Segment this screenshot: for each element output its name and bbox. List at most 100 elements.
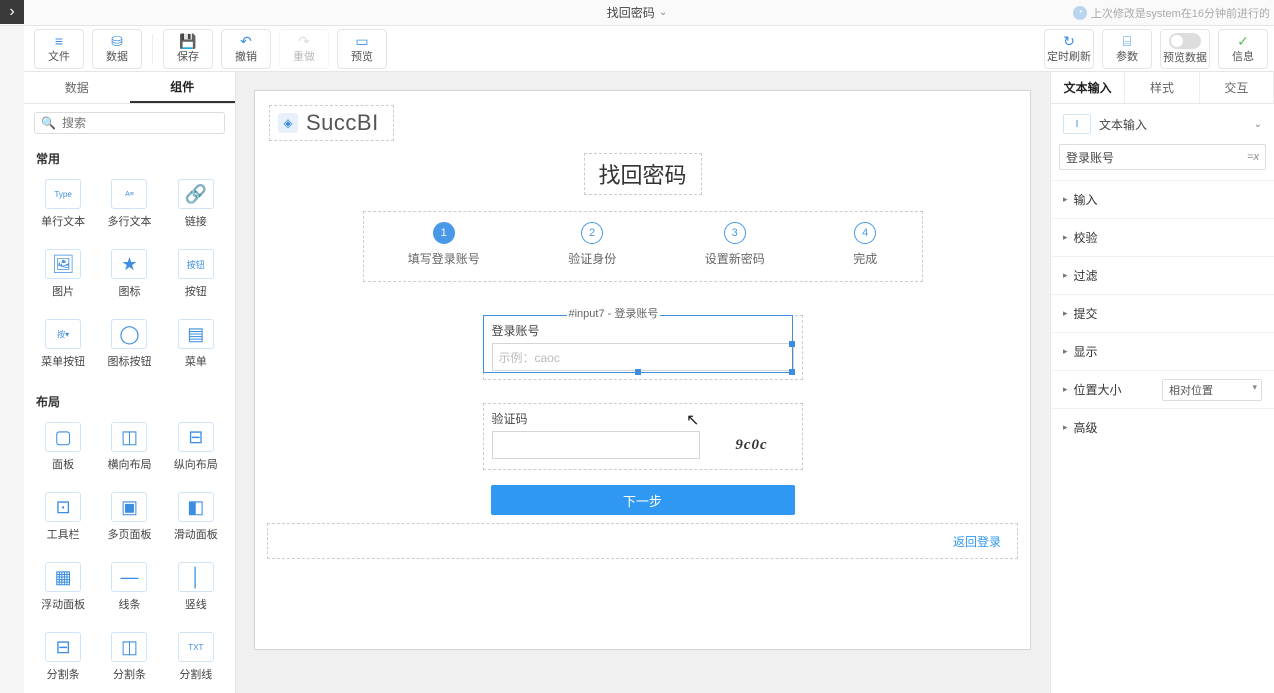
comp-iconbutton[interactable]: ◯图标按钮 (98, 311, 160, 377)
arrow-right-icon: ▸ (1063, 194, 1068, 205)
undo-icon: ↶ (240, 34, 252, 48)
chevron-down-icon[interactable]: ⌄ (659, 7, 667, 18)
preview-data-button[interactable]: 预览数据 (1160, 29, 1210, 69)
collapse-possize[interactable]: ▸ 位置大小 相对位置 (1051, 370, 1274, 408)
arrow-right-icon: ▸ (1063, 346, 1068, 357)
db-icon: ⛁ (111, 34, 123, 48)
comp-vline[interactable]: │竖线 (165, 554, 227, 620)
redo-icon: ↷ (298, 34, 310, 48)
tab-components[interactable]: 组件 (130, 72, 236, 103)
comp-single-text[interactable]: Type单行文本 (32, 171, 94, 237)
comp-multi-text[interactable]: A≡多行文本 (98, 171, 160, 237)
captcha-field-group[interactable]: 验证码 9c0c (483, 403, 803, 470)
fx-icon[interactable]: =x (1247, 151, 1259, 163)
preview-button[interactable]: ▭预览 (337, 29, 387, 69)
input-type-icon: I (1063, 114, 1091, 134)
collapse-advanced[interactable]: ▸高级 (1051, 408, 1274, 446)
comp-divider1[interactable]: ⊟分割条 (32, 624, 94, 690)
comp-menu[interactable]: ▤菜单 (165, 311, 227, 377)
comp-icon[interactable]: ★图标 (98, 241, 160, 307)
section-layout: 布局 (24, 385, 235, 414)
text-icon: Type (45, 179, 81, 209)
sidebar-toggle[interactable]: › (0, 0, 24, 24)
arrow-right-icon: ▸ (1063, 232, 1068, 243)
resize-handle-right[interactable] (789, 341, 795, 347)
brand-bar[interactable]: ◈ SuccBI (269, 105, 394, 141)
undo-button[interactable]: ↶撤销 (221, 29, 271, 69)
divider3-icon: TXT (178, 632, 214, 662)
comp-hlayout[interactable]: ◫横向布局 (98, 414, 160, 480)
file-button[interactable]: ≡文件 (34, 29, 84, 69)
comp-menubutton[interactable]: 按▾菜单按钮 (32, 311, 94, 377)
comp-multipage[interactable]: ▣多页面板 (98, 484, 160, 550)
collapse-input[interactable]: ▸输入 (1051, 180, 1274, 218)
data-button[interactable]: ⛁数据 (92, 29, 142, 69)
prop-type-label: 文本输入 (1099, 116, 1147, 133)
resize-handle-bottom[interactable] (635, 369, 641, 375)
main-title[interactable]: 找回密码 (583, 153, 701, 195)
collapse-display[interactable]: ▸显示 (1051, 332, 1274, 370)
save-button[interactable]: 💾保存 (163, 29, 213, 69)
back-link[interactable]: 返回登录 (953, 533, 1001, 550)
collapse-filter[interactable]: ▸过滤 (1051, 256, 1274, 294)
comp-vlayout[interactable]: ⊟纵向布局 (165, 414, 227, 480)
button-icon: 按钮 (178, 249, 214, 279)
vlayout-icon: ⊟ (178, 422, 214, 452)
rtab-style[interactable]: 样式 (1125, 72, 1199, 103)
collapse-validate[interactable]: ▸校验 (1051, 218, 1274, 256)
steps-bar[interactable]: 1填写登录账号 2验证身份 3设置新密码 4完成 (363, 211, 923, 282)
float-icon: ▦ (45, 562, 81, 592)
rtab-textinput[interactable]: 文本输入 (1051, 72, 1125, 103)
rtab-interact[interactable]: 交互 (1200, 72, 1274, 103)
comp-toolbar[interactable]: ⊡工具栏 (32, 484, 94, 550)
params-button[interactable]: ⌸参数 (1102, 29, 1152, 69)
step-4: 4完成 (853, 222, 877, 267)
step-3: 3设置新密码 (705, 222, 765, 267)
menu-icon: ≡ (55, 34, 63, 48)
refresh-button[interactable]: ↻定时刷新 (1044, 29, 1094, 69)
line-icon: — (111, 562, 147, 592)
comp-button[interactable]: 按钮按钮 (165, 241, 227, 307)
position-select[interactable]: 相对位置 (1162, 379, 1262, 401)
back-bar[interactable]: 返回登录 (267, 523, 1018, 559)
next-button[interactable]: 下一步 (491, 485, 795, 515)
comp-link[interactable]: 🔗链接 (165, 171, 227, 237)
comp-scroll[interactable]: ◧滑动面板 (165, 484, 227, 550)
star-icon: ★ (111, 249, 147, 279)
prop-name-input[interactable]: 登录账号 =x (1059, 144, 1266, 170)
top-header: 找回密码 ⌄ ◔ 上次修改是system在16分钟前进行的 (0, 0, 1274, 26)
chevron-down-icon[interactable]: ⌄ (1254, 119, 1262, 130)
menubtn-icon: 按▾ (45, 319, 81, 349)
scroll-icon: ◧ (178, 492, 214, 522)
arrow-right-icon: ▸ (1063, 422, 1068, 433)
image-icon: 🖼 (45, 249, 81, 279)
comp-floatpanel[interactable]: ▦浮动面板 (32, 554, 94, 620)
divider-icon: ⊟ (45, 632, 81, 662)
info-button[interactable]: ✓信息 (1218, 29, 1268, 69)
status-text: 上次修改是system在16分钟前进行的 (1091, 5, 1270, 21)
multipage-icon: ▣ (111, 492, 147, 522)
search-icon: 🔍 (41, 116, 56, 130)
main-toolbar: ≡文件 ⛁数据 💾保存 ↶撤销 ↷重做 ▭预览 ↻定时刷新 ⌸参数 预览数据 ✓… (24, 26, 1274, 72)
tab-data[interactable]: 数据 (24, 72, 130, 103)
comp-panel[interactable]: ▢面板 (32, 414, 94, 480)
left-panel: 数据 组件 🔍 常用 Type单行文本 A≡多行文本 🔗链接 🖼图片 ★图标 按… (24, 72, 236, 693)
brand-text: SuccBI (306, 110, 379, 136)
vline-icon: │ (178, 562, 214, 592)
captcha-image[interactable]: 9c0c (710, 431, 794, 459)
collapse-submit[interactable]: ▸提交 (1051, 294, 1274, 332)
captcha-input[interactable] (492, 431, 700, 459)
arrow-right-icon: ▸ (1063, 270, 1068, 281)
page-frame[interactable]: ◈ SuccBI 找回密码 1填写登录账号 2验证身份 3设置新密码 4完成 #… (254, 90, 1031, 650)
resize-handle-corner[interactable] (789, 369, 795, 375)
search-input[interactable]: 🔍 (34, 112, 225, 134)
brand-icon: ◈ (278, 113, 298, 133)
canvas-area[interactable]: ◈ SuccBI 找回密码 1填写登录账号 2验证身份 3设置新密码 4完成 #… (236, 72, 1049, 693)
comp-image[interactable]: 🖼图片 (32, 241, 94, 307)
toggle-switch[interactable] (1169, 33, 1201, 49)
comp-line[interactable]: —线条 (98, 554, 160, 620)
comp-divider3[interactable]: TXT分割线 (165, 624, 227, 690)
comp-divider2[interactable]: ◫分割条 (98, 624, 160, 690)
check-icon: ✓ (1237, 34, 1249, 48)
section-common: 常用 (24, 142, 235, 171)
